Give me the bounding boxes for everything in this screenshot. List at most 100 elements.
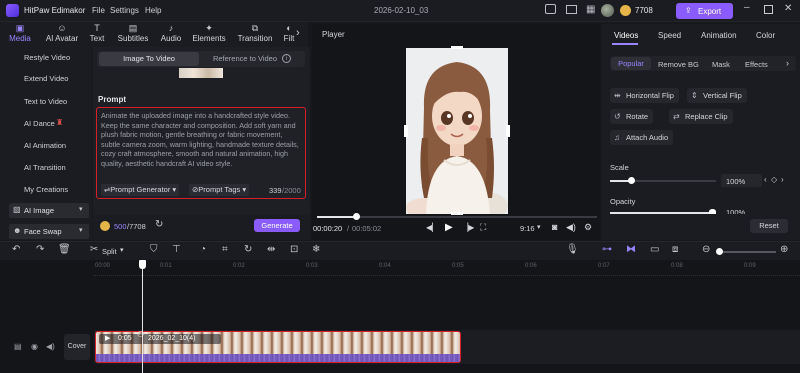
sidebar-item-extend-video[interactable]: Extend Video [24, 74, 68, 83]
chevron-right-icon[interactable]: › [296, 27, 300, 39]
rotate-tool-icon[interactable]: ↻ [244, 244, 252, 255]
maximize-icon[interactable] [764, 5, 773, 14]
minimize-icon[interactable]: – [744, 2, 750, 13]
track-visibility-icon[interactable]: ◉ [31, 342, 38, 351]
subtab-popular[interactable]: Popular [611, 57, 651, 70]
tab-image-to-video[interactable]: Image To Video [99, 52, 199, 66]
tab-ai-avatar[interactable]: ☺ AI Avatar [43, 22, 81, 47]
track-audio-icon[interactable]: ◀) [46, 342, 55, 351]
sidebar-item-ai-transition[interactable]: AI Transition [24, 163, 66, 172]
delete-icon[interactable]: 🗑 [58, 244, 71, 255]
cover-button[interactable]: Cover [64, 334, 90, 360]
grid-icon[interactable]: ▦ [586, 4, 595, 15]
chevron-down-icon: ▾ [170, 185, 177, 194]
sidebar-item-text-to-video[interactable]: Text to Video [24, 97, 67, 106]
camera-icon[interactable]: ◙ [552, 222, 557, 232]
link-icon[interactable]: ⊶ [602, 244, 612, 255]
menu-help[interactable]: Help [145, 6, 161, 15]
snap-icon[interactable]: ⧓ [626, 244, 636, 255]
marker-icon[interactable]: ⛉ [150, 244, 158, 255]
player-progress-handle[interactable] [353, 213, 361, 220]
split-button[interactable]: Split [102, 247, 117, 256]
tab-text[interactable]: T Text [85, 22, 109, 47]
generate-button[interactable]: Generate [254, 219, 300, 232]
crop-handle-bottom[interactable] [451, 212, 463, 215]
menu-file[interactable]: File [92, 6, 105, 15]
sidebar-item-face-swap[interactable]: ☻ Face Swap ▾ [9, 224, 89, 239]
screen-icon[interactable] [545, 4, 556, 14]
aspect-ratio-dropdown[interactable]: 9:16 [520, 224, 535, 233]
mirror-icon[interactable]: ⇹ [267, 244, 275, 255]
prompt-tags-dropdown[interactable]: ⊘Prompt Tags ▾ [189, 184, 250, 196]
sidebar-item-my-creations[interactable]: My Creations [24, 185, 68, 194]
sidebar-item-ai-image[interactable]: ▧ AI Image ▾ [9, 203, 89, 218]
keyframe-icon[interactable]: ◇ [771, 175, 777, 184]
track-icon[interactable]: ▭ [650, 244, 659, 255]
play-icon[interactable]: ▶ [445, 222, 453, 233]
split-icon[interactable]: ✂ [90, 244, 98, 255]
speed-icon[interactable]: ◔ [200, 244, 206, 255]
playhead-handle[interactable] [139, 260, 146, 269]
video-clip[interactable]: ▶ 0:05 2026_02_10(4) [95, 331, 461, 363]
tab-audio[interactable]: ♪ Audio [156, 22, 186, 47]
settings-icon[interactable]: ⚙ [584, 222, 592, 233]
zoom-out-icon[interactable]: ⊖ [702, 244, 710, 255]
subtab-mask[interactable]: Mask [712, 60, 730, 69]
ruler-tick: 0:08 [671, 263, 683, 269]
next-frame-icon[interactable]: ▕▶ [462, 223, 474, 232]
sidebar-item-ai-animation[interactable]: AI Animation [24, 141, 66, 150]
rotate-button[interactable]: ↺ Rotate [610, 109, 654, 124]
zoom-slider-handle[interactable] [716, 248, 723, 255]
tool-icon[interactable]: ⊡ [290, 244, 298, 255]
prev-frame-icon[interactable]: ◀▏ [426, 223, 438, 232]
crop-handle-top[interactable] [451, 46, 463, 49]
subtab-effects[interactable]: Effects [745, 60, 768, 69]
subtab-remove-bg[interactable]: Remove BG [658, 60, 699, 69]
fullscreen-icon[interactable]: ⛶ [480, 222, 486, 233]
crop-handle-left[interactable] [404, 125, 408, 137]
redo-icon[interactable]: ↷ [36, 244, 44, 255]
menu-settings[interactable]: Settings [110, 6, 139, 15]
text-icon: T [94, 23, 100, 33]
vertical-flip-button[interactable]: ⇕ Vertical Flip [687, 88, 747, 103]
tab-reference-to-video[interactable]: Reference to Video [201, 52, 289, 66]
tab-speed[interactable]: Speed [658, 31, 681, 40]
reset-button[interactable]: Reset [750, 219, 788, 233]
crop-icon[interactable]: ⌗ [222, 244, 228, 255]
tab-elements[interactable]: ✦ Elements [190, 22, 228, 47]
close-icon[interactable]: ✕ [784, 3, 792, 14]
tab-color[interactable]: Color [756, 31, 775, 40]
tab-media[interactable]: ▣ Media [4, 22, 36, 47]
chevron-right-icon[interactable]: › [781, 175, 784, 184]
video-preview[interactable] [406, 48, 508, 214]
chevron-left-icon[interactable]: ‹ [764, 175, 767, 184]
tab-videos[interactable]: Videos [614, 31, 638, 40]
avatar[interactable] [601, 4, 614, 17]
prompt-generator-dropdown[interactable]: ⇌Prompt Generator ▾ [101, 184, 180, 196]
zoom-in-icon[interactable]: ⊕ [780, 244, 788, 255]
prompt-textarea[interactable]: Animate the uploaded image into a handcr… [101, 111, 301, 168]
zoom-slider-track[interactable] [716, 251, 776, 253]
mail-icon[interactable] [566, 5, 577, 14]
tab-animation[interactable]: Animation [701, 31, 737, 40]
attach-audio-button[interactable]: ♫ Attach Audio [610, 130, 674, 145]
volume-icon[interactable]: ◀) [566, 222, 576, 233]
sidebar-item-restyle-video[interactable]: Restyle Video [24, 53, 70, 62]
prompt-box[interactable]: Animate the uploaded image into a handcr… [96, 107, 306, 199]
uploaded-image-thumbnail[interactable] [179, 68, 223, 78]
crop-handle-right[interactable] [506, 125, 510, 137]
tab-transition[interactable]: ⧉ Transition [233, 22, 277, 47]
tab-subtitles[interactable]: ▤ Subtitles [114, 22, 152, 47]
text-tool-icon[interactable]: ⊤ [172, 244, 181, 255]
undo-icon[interactable]: ↶ [12, 244, 20, 255]
export-button[interactable]: ⇪ Export [676, 3, 733, 19]
freeze-icon[interactable]: ❄ [312, 244, 320, 255]
horizontal-flip-button[interactable]: ⇹ Horizontal Flip [610, 88, 679, 103]
refresh-icon[interactable]: ↻ [155, 219, 163, 230]
replace-clip-button[interactable]: ⇄ Replace Clip [669, 109, 733, 124]
sidebar-item-ai-dance[interactable]: AI Dance [24, 119, 55, 128]
scale-slider-handle[interactable] [628, 177, 635, 184]
fit-icon[interactable]: ⧈ [672, 244, 678, 255]
track-settings-icon[interactable]: ▤ [14, 342, 22, 351]
microphone-icon[interactable]: 🎙 [566, 244, 579, 255]
